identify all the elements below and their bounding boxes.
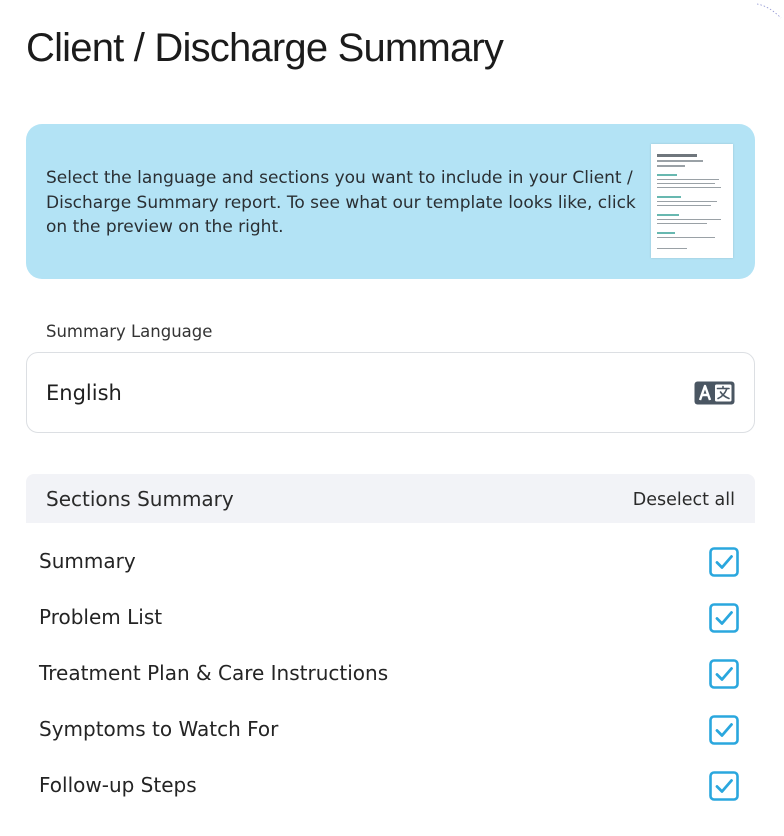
section-item-follow-up[interactable]: Follow-up Steps xyxy=(26,758,755,814)
section-item-symptoms[interactable]: Symptoms to Watch For xyxy=(26,702,755,758)
section-item-treatment-plan[interactable]: Treatment Plan & Care Instructions xyxy=(26,646,755,702)
info-banner-text: Select the language and sections you wan… xyxy=(46,168,636,237)
summary-language-label: Summary Language xyxy=(46,322,213,341)
summary-language-value: English xyxy=(46,381,122,405)
section-checkbox-follow-up[interactable] xyxy=(709,771,739,801)
section-item-label: Summary xyxy=(39,549,136,573)
section-item-label: Follow-up Steps xyxy=(39,773,197,797)
section-item-label: Problem List xyxy=(39,605,163,629)
summary-language-select[interactable]: English xyxy=(26,352,755,433)
sections-summary-title: Sections Summary xyxy=(46,487,234,511)
deselect-all-button[interactable]: Deselect all xyxy=(633,488,735,512)
template-preview-thumbnail[interactable] xyxy=(651,144,733,258)
page-title: Client / Discharge Summary xyxy=(26,26,504,70)
section-item-problem-list[interactable]: Problem List xyxy=(26,590,755,646)
section-item-summary[interactable]: Summary xyxy=(26,534,755,590)
section-checkbox-problem-list[interactable] xyxy=(709,603,739,633)
section-checkbox-summary[interactable] xyxy=(709,547,739,577)
section-checkbox-treatment-plan[interactable] xyxy=(709,659,739,689)
section-item-label: Symptoms to Watch For xyxy=(39,717,279,741)
corner-decoration xyxy=(756,3,782,19)
translate-icon xyxy=(694,381,735,405)
section-item-label: Treatment Plan & Care Instructions xyxy=(39,661,389,685)
sections-summary-header: Sections Summary Deselect all xyxy=(26,474,755,523)
info-banner: Select the language and sections you wan… xyxy=(26,124,755,279)
section-checkbox-symptoms[interactable] xyxy=(709,715,739,745)
